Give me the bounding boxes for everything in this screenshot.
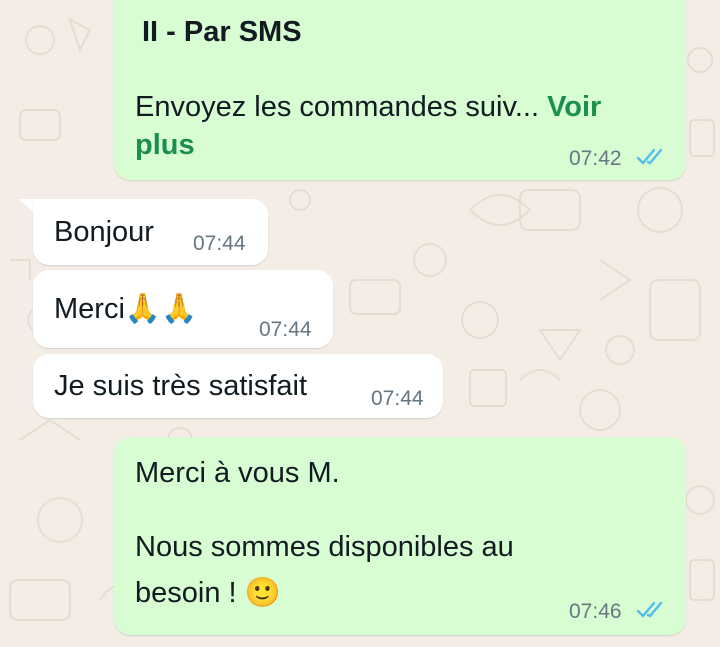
see-more-link[interactable]: Voir: [547, 91, 601, 123]
message-text: Envoyez les commandes suiv... Voir: [135, 88, 601, 126]
message-line: besoin ! 🙂: [135, 574, 281, 612]
message-timestamp: 07:46: [569, 600, 622, 623]
praying-hands-emoji: 🙏🙏: [124, 293, 198, 325]
message-line: Merci à vous M.: [135, 457, 340, 489]
message-preview-text: Envoyez les commandes suiv...: [135, 91, 540, 123]
incoming-message-bubble[interactable]: Je suis très satisfait 07:44: [33, 354, 443, 418]
incoming-message-bubble[interactable]: Bonjour 07:44: [33, 199, 268, 265]
outgoing-message-bubble[interactable]: II - Par SMS Envoyez les commandes suiv.…: [114, 0, 686, 180]
message-text: Bonjour: [54, 216, 154, 248]
message-line: Nous sommes disponibles au: [135, 531, 514, 563]
message-timestamp: 07:42: [569, 147, 622, 170]
message-timestamp: 07:44: [193, 232, 246, 255]
message-heading: II - Par SMS: [142, 16, 302, 48]
double-check-icon: [636, 148, 663, 165]
double-check-icon: [636, 601, 663, 618]
smiling-face-emoji: 🙂: [244, 577, 281, 609]
message-text: Je suis très satisfait: [54, 370, 308, 402]
message-text-content: Merci: [54, 293, 125, 325]
message-timestamp: 07:44: [259, 318, 312, 341]
message-timestamp: 07:44: [371, 387, 424, 410]
message-text: Merci🙏🙏: [54, 290, 197, 328]
outgoing-message-bubble[interactable]: Merci à vous M. Nous sommes disponibles …: [114, 437, 686, 635]
see-more-link-continued[interactable]: plus: [135, 126, 195, 164]
incoming-message-bubble[interactable]: Merci🙏🙏 07:44: [33, 270, 333, 348]
message-line-text: besoin !: [135, 577, 237, 609]
